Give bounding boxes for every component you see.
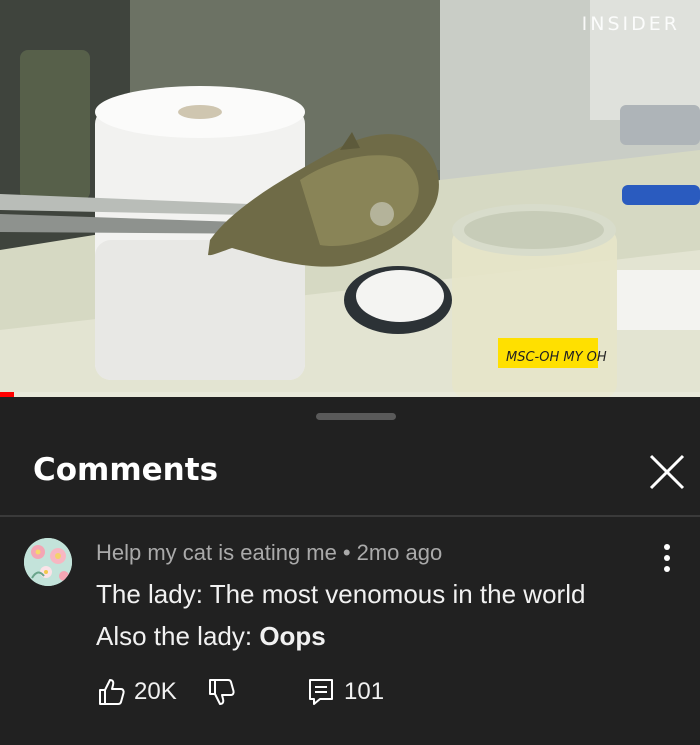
- meta-separator: •: [342, 540, 351, 565]
- comment-actions: 20K 101: [0, 672, 700, 722]
- video-frame: MSC-OH MY OH: [0, 0, 700, 397]
- insider-watermark: INSIDER: [581, 13, 680, 35]
- comment-body: The lady: The most venomous in the world…: [96, 573, 585, 657]
- comment-item: Help my cat is eating me • 2mo ago The lad…: [0, 532, 700, 732]
- dislike-button[interactable]: [206, 677, 236, 707]
- more-vert-icon: [664, 544, 670, 572]
- comments-title: Comments: [33, 452, 219, 488]
- close-button[interactable]: [642, 447, 692, 497]
- comment-line-1: The lady: The most venomous in the world: [96, 579, 586, 609]
- comment-time: 2mo ago: [356, 540, 443, 565]
- comment-author[interactable]: Help my cat is eating me: [96, 540, 337, 565]
- reply-count: 101: [344, 678, 385, 705]
- more-options-button[interactable]: [652, 538, 682, 578]
- video-player[interactable]: MSC-OH MY OH INSIDER: [0, 0, 700, 397]
- comment-line-2-prefix: Also the lady:: [96, 621, 260, 651]
- reply-icon: [309, 679, 333, 705]
- drag-handle[interactable]: [316, 413, 396, 420]
- comments-panel: Comments Help my cat is eating me • 2mo ag…: [0, 397, 700, 745]
- avatar[interactable]: [24, 538, 72, 586]
- comment-line-2-bold: Oops: [259, 621, 326, 651]
- like-count: 20K: [134, 678, 177, 705]
- comment-line-2: Also the lady: Oops: [96, 615, 585, 657]
- comments-header: Comments: [0, 439, 700, 515]
- thumbs-down-icon: [209, 679, 235, 705]
- close-icon: [649, 454, 685, 490]
- comment-meta: Help my cat is eating me • 2mo ago: [96, 540, 442, 566]
- avatar-image: [24, 538, 72, 586]
- thumbs-up-icon: [99, 679, 125, 705]
- header-divider: [0, 515, 700, 517]
- reply-button[interactable]: 101: [306, 677, 384, 707]
- like-button[interactable]: 20K: [96, 677, 177, 707]
- jar-label: MSC-OH MY OH: [506, 350, 607, 365]
